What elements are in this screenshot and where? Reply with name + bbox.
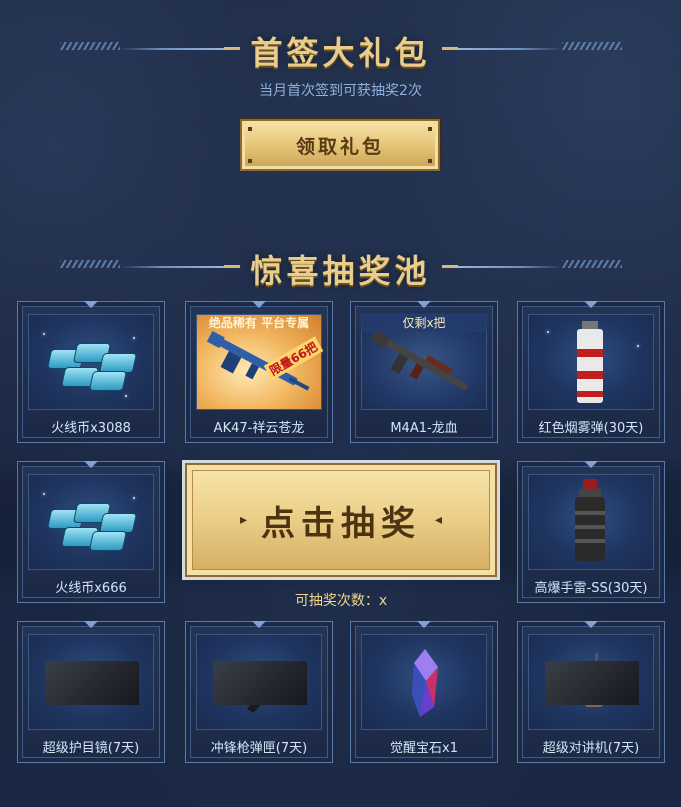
lottery-title: 惊喜抽奖池 [250, 252, 431, 290]
item-backdrop [545, 661, 639, 705]
prize-label: 红色烟雾弹(30天) [538, 421, 644, 436]
item-backdrop [45, 661, 139, 705]
corner-dot [248, 159, 252, 163]
card-notch [417, 301, 431, 308]
coin-stack [46, 341, 138, 391]
prize-label: 超级护目镜(7天) [42, 741, 140, 756]
draw-button[interactable]: ▸ 点击抽奖 ◂ [185, 463, 497, 577]
radio-icon [528, 634, 654, 730]
sparkle [637, 345, 639, 347]
card-notch [584, 621, 598, 628]
coin [98, 513, 138, 533]
card-notch [84, 621, 98, 628]
stock-tag: 仅剩x把 [361, 314, 487, 332]
coins-icon [28, 474, 154, 570]
coin [88, 531, 128, 551]
card-notch [584, 301, 598, 308]
goggles-icon [28, 634, 154, 730]
sparkle [43, 333, 45, 335]
prize-label: 冲锋枪弹匣(7天) [210, 741, 308, 756]
card-notch [252, 301, 266, 308]
prize-card: 火线币x666 [17, 461, 165, 603]
heading-stripes-right [562, 42, 622, 50]
prize-label: 觉醒宝石x1 [390, 741, 458, 756]
card-notch [84, 301, 98, 308]
prize-label: 高爆手雷-SS(30天) [534, 581, 648, 596]
prize-card: 高爆手雷-SS(30天) [517, 461, 665, 603]
prize-label: M4A1-龙血 [390, 421, 458, 436]
heading-dash-right [442, 47, 458, 50]
prize-card: 觉醒宝石x1 [350, 621, 498, 763]
claim-gift-button[interactable]: 领取礼包 [240, 119, 440, 171]
prize-card: 红色烟雾弹(30天) [517, 301, 665, 443]
prize-label: 火线币x666 [55, 581, 127, 596]
prize-card: 冲锋枪弹匣(7天) [185, 621, 333, 763]
grenade-icon [528, 474, 654, 570]
corner-dot [428, 159, 432, 163]
magazine-icon [196, 634, 322, 730]
smoke-grenade-icon [528, 314, 654, 410]
coin [98, 353, 138, 373]
sparkle [547, 331, 549, 333]
corner-dot [248, 127, 252, 131]
prize-label: AK47-祥云苍龙 [213, 421, 305, 436]
exclusive-tag: 绝品稀有 平台专属 [208, 316, 310, 330]
arrow-right-icon: ▸ [239, 512, 247, 528]
coins-icon [28, 314, 154, 410]
smoke-grenade-image [577, 321, 603, 403]
arrow-left-icon: ◂ [435, 512, 443, 528]
coin [88, 371, 128, 391]
gem-icon [361, 634, 487, 730]
gem-image [412, 649, 438, 717]
card-notch [84, 461, 98, 468]
signin-title: 首签大礼包 [250, 34, 431, 72]
prize-card: 超级护目镜(7天) [17, 621, 165, 763]
sparkle [133, 337, 135, 339]
prize-card: 超级对讲机(7天) [517, 621, 665, 763]
signin-subtitle: 当月首次签到可获抽奖2次 [259, 83, 422, 99]
item-backdrop [213, 661, 307, 705]
card-notch [252, 621, 266, 628]
sparkle [133, 497, 135, 499]
prize-card: 绝品稀有 平台专属 限量66把 AK47-祥云苍龙 [185, 301, 333, 443]
prize-card: 仅剩x把 M4A1-龙血 [350, 301, 498, 443]
heading-line-right [458, 48, 562, 50]
grenade-image [575, 479, 605, 561]
card-notch [584, 461, 598, 468]
claim-gift-label: 领取礼包 [295, 135, 384, 158]
corner-dot [428, 127, 432, 131]
card-notch [417, 621, 431, 628]
heading-line-right [458, 266, 562, 268]
prize-card: 火线币x3088 [17, 301, 165, 443]
draws-remaining: 可抽奖次数：x [294, 593, 388, 609]
heading-stripes-right [562, 260, 622, 268]
heading-dash-right [442, 265, 458, 268]
prize-label: 超级对讲机(7天) [542, 741, 640, 756]
sparkle [125, 395, 127, 397]
draw-label: 点击抽奖 [261, 503, 421, 544]
sparkle [43, 493, 45, 495]
coin-stack [46, 501, 138, 551]
prize-label: 火线币x3088 [51, 421, 131, 436]
